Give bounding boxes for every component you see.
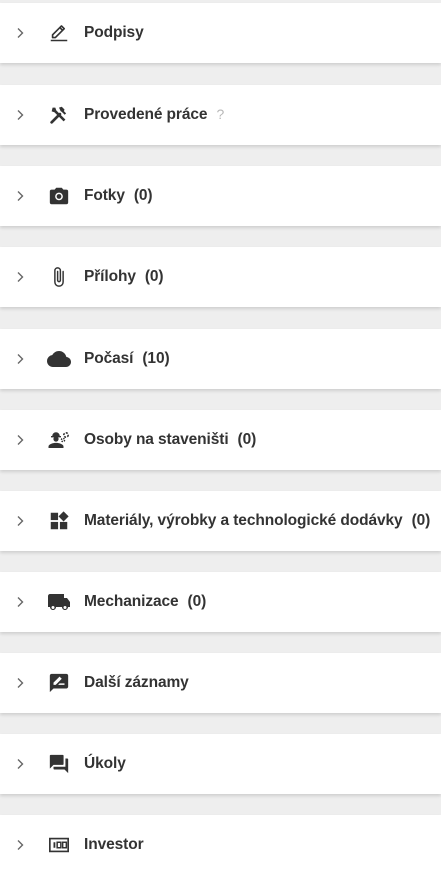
chevron-right-icon[interactable] — [12, 675, 28, 691]
count-badge: (0) — [133, 187, 153, 204]
section-investor[interactable]: Investor — [0, 815, 441, 875]
section-materialy[interactable]: Materiály, výrobky a technologické dodáv… — [0, 491, 441, 551]
section-title: Úkoly — [84, 755, 126, 772]
section-pocasi[interactable]: Počasí (10) — [0, 329, 441, 389]
section-dalsi-zaznamy[interactable]: Další záznamy — [0, 653, 441, 713]
chevron-right-icon[interactable] — [12, 837, 28, 853]
section-prilohy[interactable]: Přílohy (0) — [0, 247, 441, 307]
count-badge: (0) — [144, 268, 164, 285]
signature-pen-icon — [47, 21, 71, 45]
section-ukoly[interactable]: Úkoly — [0, 734, 441, 794]
section-podpisy[interactable]: Podpisy — [0, 3, 441, 63]
chevron-right-icon[interactable] — [12, 351, 28, 367]
count-badge: (0) — [187, 593, 207, 610]
chevron-right-icon[interactable] — [12, 756, 28, 772]
count-badge: (10) — [142, 350, 170, 367]
section-title: Fotky — [84, 187, 125, 204]
chevron-right-icon[interactable] — [12, 432, 28, 448]
section-title: Počasí — [84, 350, 134, 367]
chevron-right-icon[interactable] — [12, 25, 28, 41]
section-title: Osoby na staveništi — [84, 431, 229, 448]
tools-icon — [47, 103, 71, 127]
chevron-right-icon[interactable] — [12, 107, 28, 123]
truck-icon — [47, 590, 71, 614]
section-title: Mechanizace — [84, 593, 179, 610]
chevron-right-icon[interactable] — [12, 513, 28, 529]
cloud-icon — [47, 347, 71, 371]
camera-icon — [47, 184, 71, 208]
rate-review-icon — [47, 671, 71, 695]
section-title: Podpisy — [84, 24, 144, 41]
chevron-right-icon[interactable] — [12, 188, 28, 204]
help-icon[interactable]: ? — [216, 106, 224, 122]
section-provedene-prace[interactable]: Provedené práce? — [0, 85, 441, 145]
forum-icon — [47, 752, 71, 776]
section-title: Materiály, výrobky a technologické dodáv… — [84, 512, 403, 529]
chevron-right-icon[interactable] — [12, 594, 28, 610]
money-icon — [47, 833, 71, 857]
section-mechanizace[interactable]: Mechanizace (0) — [0, 572, 441, 632]
engineering-person-icon — [47, 428, 71, 452]
section-title: Přílohy — [84, 268, 136, 285]
section-title: Investor — [84, 836, 144, 853]
chevron-right-icon[interactable] — [12, 269, 28, 285]
section-title: Další záznamy — [84, 674, 189, 691]
paperclip-icon — [47, 265, 71, 289]
widgets-icon — [47, 509, 71, 533]
section-title: Provedené práce — [84, 106, 208, 123]
count-badge: (0) — [237, 431, 257, 448]
section-osoby-na-stavenisti[interactable]: Osoby na staveništi (0) — [0, 410, 441, 470]
count-badge: (0) — [411, 512, 431, 529]
section-fotky[interactable]: Fotky (0) — [0, 166, 441, 226]
